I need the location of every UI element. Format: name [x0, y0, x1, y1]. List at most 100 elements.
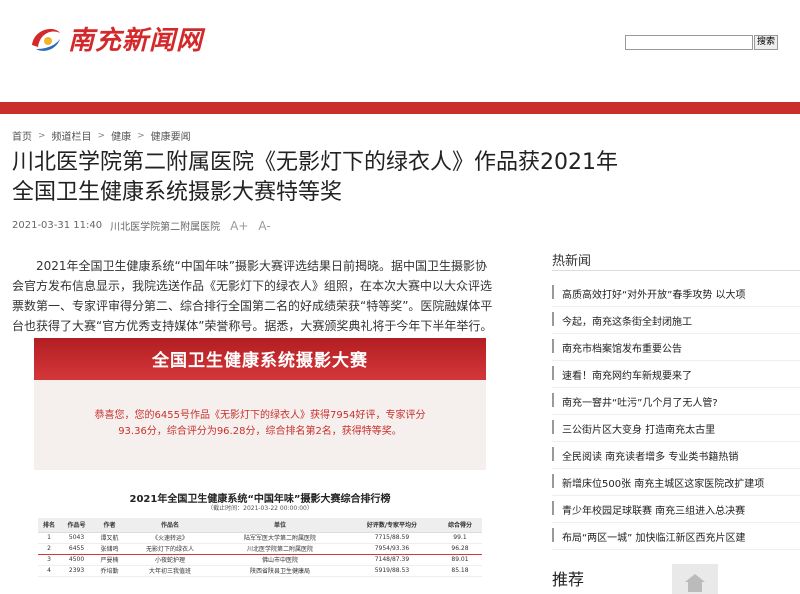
article-image: 全国卫生健康系统摄影大赛 恭喜您，您的6455号作品《无影灯下的绿衣人》获得79… — [34, 338, 486, 594]
hot-news-item[interactable]: 今起，南充这条街全封闭施工 — [552, 307, 800, 334]
hot-news-link[interactable]: 南充一窨井“吐污”几个月了无人管? — [562, 394, 718, 409]
table-cell: 谭又航 — [93, 532, 127, 544]
nav-red-bar — [0, 102, 800, 114]
hot-news-link[interactable]: 布局“两区一城” 加快临江新区西充片区建 — [562, 529, 746, 544]
hot-news-link[interactable]: 青少年校园足球联赛 南充三组进入总决赛 — [562, 502, 745, 517]
article-datetime: 2021-03-31 11:40 — [12, 220, 103, 231]
hot-news-item[interactable]: 新增床位500张 南充主城区这家医院改扩建项 — [552, 469, 800, 496]
table-cell: 3 — [38, 554, 61, 566]
chevron-right-icon: > — [97, 130, 106, 141]
col-rank: 排名 — [38, 518, 61, 533]
table-cell: 1 — [38, 532, 61, 544]
site-logo[interactable]: 南充新闻网 — [28, 20, 203, 57]
table-cell: 85.18 — [437, 565, 482, 577]
image-banner: 全国卫生健康系统摄影大赛 — [34, 338, 486, 380]
chevron-right-icon: > — [38, 130, 46, 141]
home-icon — [685, 574, 705, 592]
table-cell: 《火速转运》 — [126, 532, 214, 544]
table-cell: 5043 — [60, 532, 94, 544]
image-notice: 恭喜您，您的6455号作品《无影灯下的绿衣人》获得7954好评，专家评分93.3… — [94, 410, 426, 437]
list-marker — [552, 474, 554, 488]
table-cell: 张储鸣 — [93, 542, 127, 555]
list-marker — [552, 420, 554, 434]
logo-text: 南充新闻网 — [68, 26, 204, 56]
table-cell: 陆军军医大学第二附属医院 — [214, 532, 346, 544]
table-cell: 7954/93.36 — [345, 542, 438, 555]
logo-swoosh-icon — [28, 21, 64, 57]
hot-news-item[interactable]: 高质高效打好“对外开放”春季攻势 以大项 — [552, 280, 800, 307]
hot-news-heading: 热新闻 — [552, 254, 592, 269]
hot-news-link[interactable]: 高质高效打好“对外开放”春季攻势 以大项 — [562, 286, 746, 301]
table-row-highlighted: 2 6455 张储鸣 无影灯下的绿衣人 川北医学院第二附属医院 7954/93.… — [38, 542, 482, 555]
col-work-no: 作品号 — [60, 518, 94, 533]
hot-news-link[interactable]: 速看！南充网约车新规要来了 — [562, 367, 692, 382]
hot-news-link[interactable]: 新增床位500张 南充主城区这家医院改扩建项 — [562, 475, 764, 490]
table-cell: 99.1 — [437, 532, 482, 544]
table-cell: 无影灯下的绿衣人 — [126, 542, 214, 555]
article-title-line1: 川北医学院第二附属医院《无影灯下的绿衣人》作品获2021年 — [12, 150, 618, 175]
table-cell: 陕西省陕县卫生健康局 — [214, 565, 346, 577]
col-unit: 单位 — [214, 518, 346, 533]
list-marker — [552, 393, 554, 407]
table-cell: 89.01 — [437, 554, 482, 566]
hot-news-item[interactable]: 布局“两区一城” 加快临江新区西充片区建 — [552, 523, 800, 550]
hot-news-link[interactable]: 三公街片区大变身 打造南充太古里 — [562, 421, 715, 436]
breadcrumb-channel[interactable]: 频道栏目 — [52, 128, 92, 143]
recommend-heading: 推荐 — [552, 570, 585, 589]
table-row: 3 4500 严曼楠 小夜蛇护理 佛山市中医院 7148/87.39 89.01 — [38, 554, 482, 566]
ranking-board: 2021年全国卫生健康系统“中国年味”摄影大赛综合排行榜 （截止时间：2021-… — [34, 470, 486, 594]
hot-news-link[interactable]: 今起，南充这条街全封闭施工 — [562, 313, 692, 328]
hot-news-link[interactable]: 全民阅读 南充读者增多 专业类书籍热销 — [562, 448, 738, 463]
breadcrumb-health[interactable]: 健康 — [111, 128, 131, 143]
article-meta: 2021-03-31 11:40 川北医学院第二附属医院 A+ A- — [12, 218, 271, 234]
image-notice-box: 恭喜您，您的6455号作品《无影灯下的绿衣人》获得7954好评，专家评分93.3… — [34, 380, 486, 470]
table-cell: 乔培勤 — [93, 565, 127, 577]
font-increase-button[interactable]: A+ — [230, 219, 248, 233]
list-marker — [552, 312, 554, 326]
table-cell: 2393 — [60, 565, 94, 577]
table-cell: 川北医学院第二附属医院 — [214, 542, 346, 555]
col-total: 综合得分 — [437, 518, 482, 533]
table-cell: 7715/88.59 — [345, 532, 438, 544]
list-marker — [552, 501, 554, 515]
home-button[interactable] — [672, 564, 718, 594]
list-marker — [552, 528, 554, 542]
font-decrease-button[interactable]: A- — [258, 219, 270, 233]
table-cell: 4 — [38, 565, 61, 577]
list-marker — [552, 339, 554, 353]
article-source: 川北医学院第二附属医院 — [110, 222, 221, 233]
table-header-row: 排名 作品号 作者 作品名 单位 好评数/专家平均分 综合得分 — [38, 518, 482, 533]
hot-news-item[interactable]: 青少年校园足球联赛 南充三组进入总决赛 — [552, 496, 800, 523]
table-cell: 小夜蛇护理 — [126, 554, 214, 566]
breadcrumb-home[interactable]: 首页 — [12, 128, 32, 143]
hot-news-link[interactable]: 南充市档案馆发布重要公告 — [562, 340, 682, 355]
table-cell: 6455 — [60, 542, 94, 555]
table-cell: 4500 — [60, 554, 94, 566]
search-button[interactable]: 搜索 — [754, 35, 778, 50]
chevron-right-icon: > — [137, 130, 145, 141]
article-paragraph: 2021年全国卫生健康系统“中国年味”摄影大赛评选结果日前揭晓。据中国卫生摄影协… — [12, 259, 493, 333]
article-title: 川北医学院第二附属医院《无影灯下的绿衣人》作品获2021年 全国卫生健康系统摄影… — [12, 148, 692, 208]
hot-news-item[interactable]: 速看！南充网约车新规要来了 — [552, 361, 800, 388]
hot-news-item[interactable]: 全民阅读 南充读者增多 专业类书籍热销 — [552, 442, 800, 469]
table-cell: 96.28 — [437, 542, 482, 555]
breadcrumb-health-news[interactable]: 健康要闻 — [151, 128, 191, 143]
list-marker — [552, 447, 554, 461]
hot-news-item[interactable]: 南充一窨井“吐污”几个月了无人管? — [552, 388, 800, 415]
ranking-table: 排名 作品号 作者 作品名 单位 好评数/专家平均分 综合得分 1 5043 谭… — [38, 518, 482, 577]
list-marker — [552, 285, 554, 299]
site-header: 南充新闻网 搜索 — [0, 0, 800, 100]
col-work-name: 作品名 — [126, 518, 214, 533]
table-cell: 佛山市中医院 — [214, 554, 346, 566]
search-input[interactable] — [625, 35, 753, 50]
list-marker — [552, 366, 554, 380]
table-cell: 7148/87.39 — [345, 554, 438, 566]
hot-news-item[interactable]: 南充市档案馆发布重要公告 — [552, 334, 800, 361]
table-cell: 严曼楠 — [93, 554, 127, 566]
breadcrumb: 首页 > 频道栏目 > 健康 > 健康要闻 — [12, 128, 191, 144]
col-author: 作者 — [93, 518, 127, 533]
table-cell: 5919/88.53 — [345, 565, 438, 577]
hot-news-item[interactable]: 三公街片区大变身 打造南充太古里 — [552, 415, 800, 442]
col-votes-score: 好评数/专家平均分 — [345, 518, 438, 533]
divider — [552, 270, 800, 271]
